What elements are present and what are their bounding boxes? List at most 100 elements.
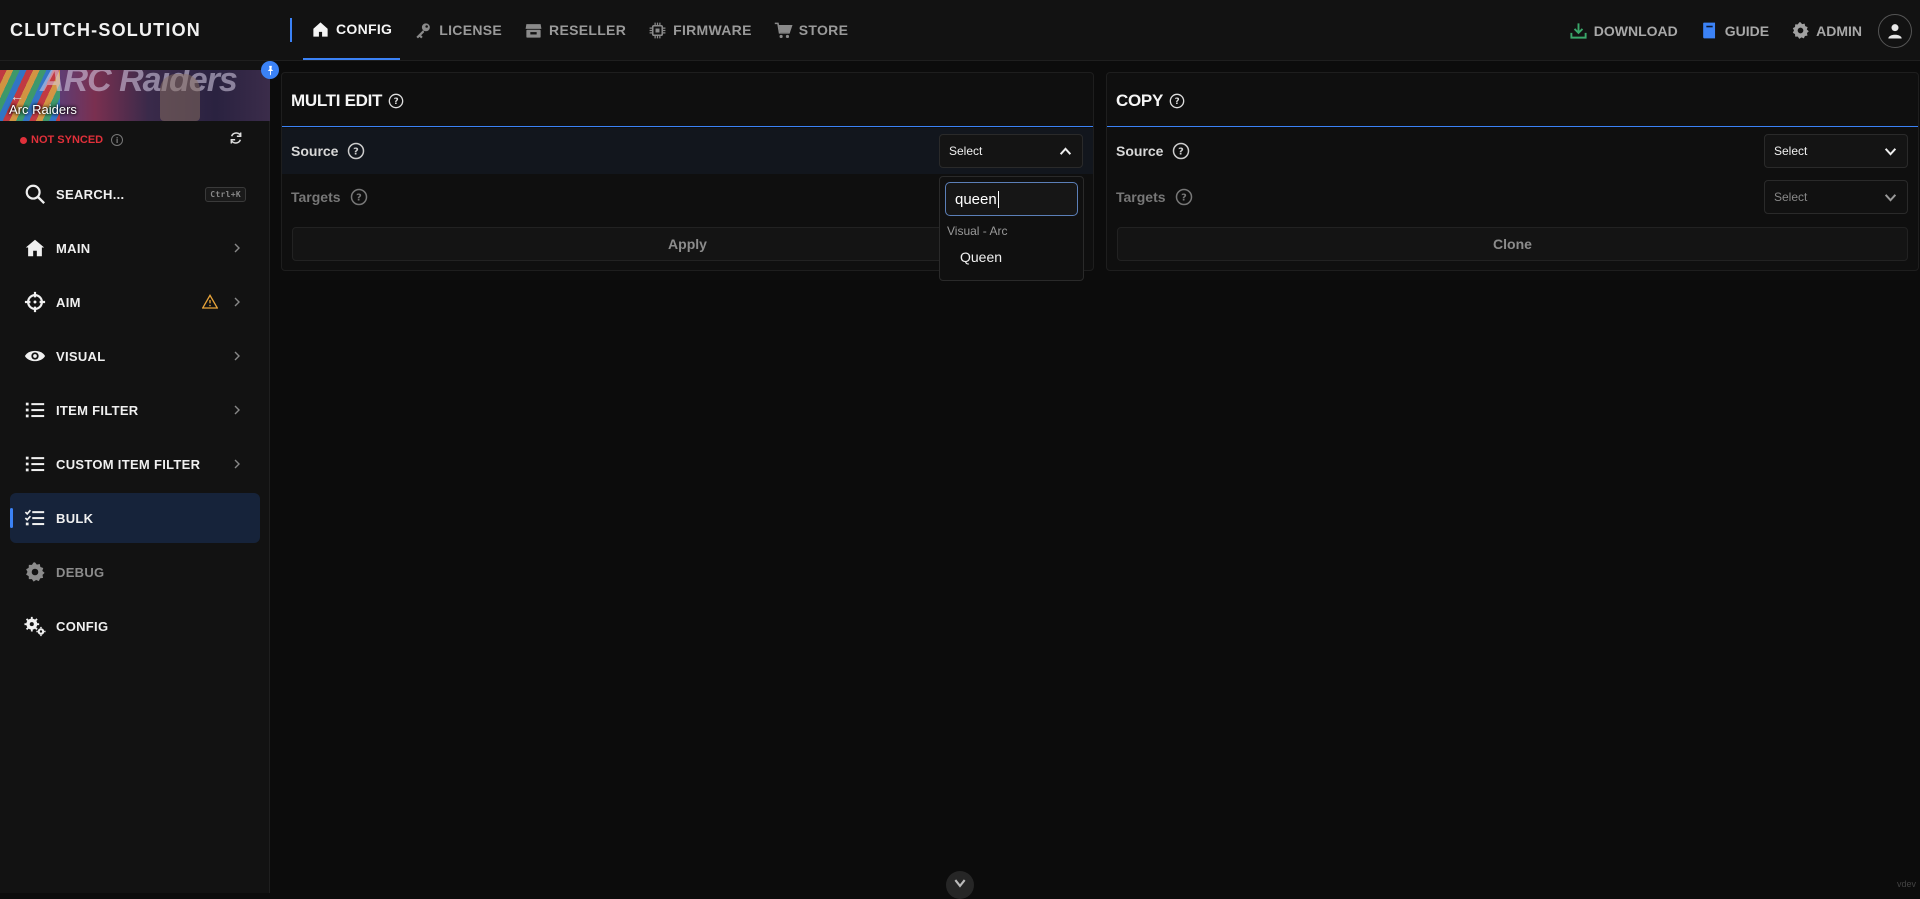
copy-title-text: COPY	[1116, 91, 1163, 111]
chevron-right-icon	[232, 459, 242, 469]
copy-panel: COPY ? Source ? Select Targets ? Select …	[1106, 72, 1919, 271]
download-label: DOWNLOAD	[1594, 23, 1678, 39]
crosshair-icon	[24, 291, 46, 313]
store-icon	[524, 21, 543, 40]
source-select[interactable]: Select	[939, 134, 1083, 168]
targets-label: Targets	[291, 189, 341, 205]
help-icon[interactable]: ?	[347, 142, 365, 160]
nav-store[interactable]: STORE	[766, 0, 856, 60]
home-icon	[311, 20, 330, 39]
svg-text:?: ?	[1181, 192, 1187, 203]
panel-divider	[282, 126, 1093, 127]
sync-dot	[20, 137, 27, 144]
game-banner[interactable]: ARC Raiders ← Arc Raiders	[0, 70, 270, 121]
top-nav: CONFIG LICENSE RESELLER FIRMWARE STORE	[303, 0, 862, 61]
info-icon[interactable]: i	[111, 134, 123, 146]
sidebar-item-label: AIM	[56, 295, 81, 310]
top-bar: CLUTCH-SOLUTION CONFIG LICENSE RESELLER …	[0, 0, 1920, 61]
brand-logo[interactable]: CLUTCH-SOLUTION	[10, 20, 201, 41]
pin-icon[interactable]	[261, 61, 279, 79]
sidebar-item-custom-item-filter[interactable]: CUSTOM ITEM FILTER	[10, 439, 260, 489]
sidebar-item-main[interactable]: MAIN	[10, 223, 260, 273]
sidebar-search[interactable]: SEARCH... Ctrl+K	[10, 169, 260, 219]
panel-divider	[1107, 126, 1918, 127]
svg-text:?: ?	[354, 146, 360, 157]
copy-source-label: Source	[1116, 143, 1163, 159]
list-icon	[24, 399, 46, 421]
game-title: Arc Raiders	[9, 102, 77, 117]
copy-source-row: Source ? Select	[1107, 128, 1918, 174]
nav-firmware[interactable]: FIRMWARE	[640, 0, 760, 60]
sidebar-item-aim[interactable]: AIM	[10, 277, 260, 327]
sidebar-item-label: BULK	[56, 511, 93, 526]
sync-status-text: NOT SYNCED	[31, 134, 103, 146]
clone-button[interactable]: Clone	[1117, 227, 1908, 261]
sidebar-item-visual[interactable]: VISUAL	[10, 331, 260, 381]
dropdown-search-input[interactable]: queen	[945, 182, 1078, 216]
sidebar-item-item-filter[interactable]: ITEM FILTER	[10, 385, 260, 435]
copy-source-select[interactable]: Select	[1764, 134, 1908, 168]
admin-label: ADMIN	[1816, 23, 1862, 39]
refresh-icon[interactable]	[229, 131, 243, 145]
multi-edit-title: MULTI EDIT ?	[291, 91, 404, 111]
banner-figure	[160, 74, 200, 121]
source-label: Source	[291, 143, 338, 159]
svg-text:?: ?	[394, 97, 399, 107]
avatar[interactable]	[1878, 14, 1912, 48]
sidebar-item-label: MAIN	[56, 241, 90, 256]
home-icon	[24, 237, 46, 259]
svg-text:?: ?	[1175, 97, 1180, 107]
nav-license-label: LICENSE	[439, 22, 502, 38]
chevron-right-icon	[232, 297, 242, 307]
gears-icon	[24, 615, 46, 637]
help-icon[interactable]: ?	[388, 93, 404, 109]
sidebar-item-config[interactable]: CONFIG	[10, 601, 260, 651]
copy-targets-label: Targets	[1116, 189, 1166, 205]
search-icon	[24, 183, 46, 205]
list-icon	[24, 453, 46, 475]
copy-targets-select[interactable]: Select	[1764, 180, 1908, 214]
chip-icon	[648, 21, 667, 40]
sidebar: ARC Raiders ← Arc Raiders NOT SYNCED i S…	[0, 61, 270, 893]
chevron-right-icon	[232, 405, 242, 415]
admin-link[interactable]: ADMIN	[1791, 21, 1862, 40]
nav-store-label: STORE	[799, 22, 848, 38]
copy-targets-row: Targets ? Select	[1107, 174, 1918, 220]
version-tag: vdev	[1897, 879, 1916, 889]
nav-license[interactable]: LICENSE	[406, 0, 510, 60]
sidebar-item-label: DEBUG	[56, 565, 104, 580]
sidebar-item-label: CONFIG	[56, 619, 108, 634]
search-label: SEARCH...	[56, 187, 124, 202]
sidebar-item-debug[interactable]: DEBUG	[10, 547, 260, 597]
warning-icon	[202, 294, 218, 310]
chevron-right-icon	[232, 243, 242, 253]
dropdown-option[interactable]: Queen	[960, 249, 1002, 265]
cart-icon	[774, 21, 793, 40]
key-icon	[414, 21, 433, 40]
sidebar-item-bulk[interactable]: BULK	[10, 493, 260, 543]
source-select-value: Select	[949, 144, 982, 158]
source-dropdown: queen Visual - Arc Queen	[939, 176, 1084, 281]
scroll-down-button[interactable]	[946, 871, 974, 899]
nav-reseller[interactable]: RESELLER	[516, 0, 634, 60]
sidebar-item-label: VISUAL	[56, 349, 105, 364]
chevron-down-icon	[953, 876, 967, 890]
source-row: Source ? Select	[282, 128, 1093, 174]
help-icon[interactable]: ?	[1175, 188, 1193, 206]
dropdown-group-label: Visual - Arc	[947, 224, 1007, 238]
copy-source-select-value: Select	[1774, 144, 1807, 158]
right-nav: DOWNLOAD GUIDE ADMIN	[1569, 0, 1920, 61]
svg-text:?: ?	[356, 192, 362, 203]
help-icon[interactable]: ?	[350, 188, 368, 206]
nav-config[interactable]: CONFIG	[303, 0, 400, 60]
help-icon[interactable]: ?	[1172, 142, 1190, 160]
nav-firmware-label: FIRMWARE	[673, 22, 752, 38]
nav-separator	[290, 18, 292, 42]
user-icon	[1885, 21, 1905, 41]
guide-link[interactable]: GUIDE	[1700, 21, 1769, 40]
nav-reseller-label: RESELLER	[549, 22, 626, 38]
download-link[interactable]: DOWNLOAD	[1569, 21, 1678, 40]
chevron-right-icon	[232, 351, 242, 361]
help-icon[interactable]: ?	[1169, 93, 1185, 109]
nav-config-label: CONFIG	[336, 21, 392, 37]
